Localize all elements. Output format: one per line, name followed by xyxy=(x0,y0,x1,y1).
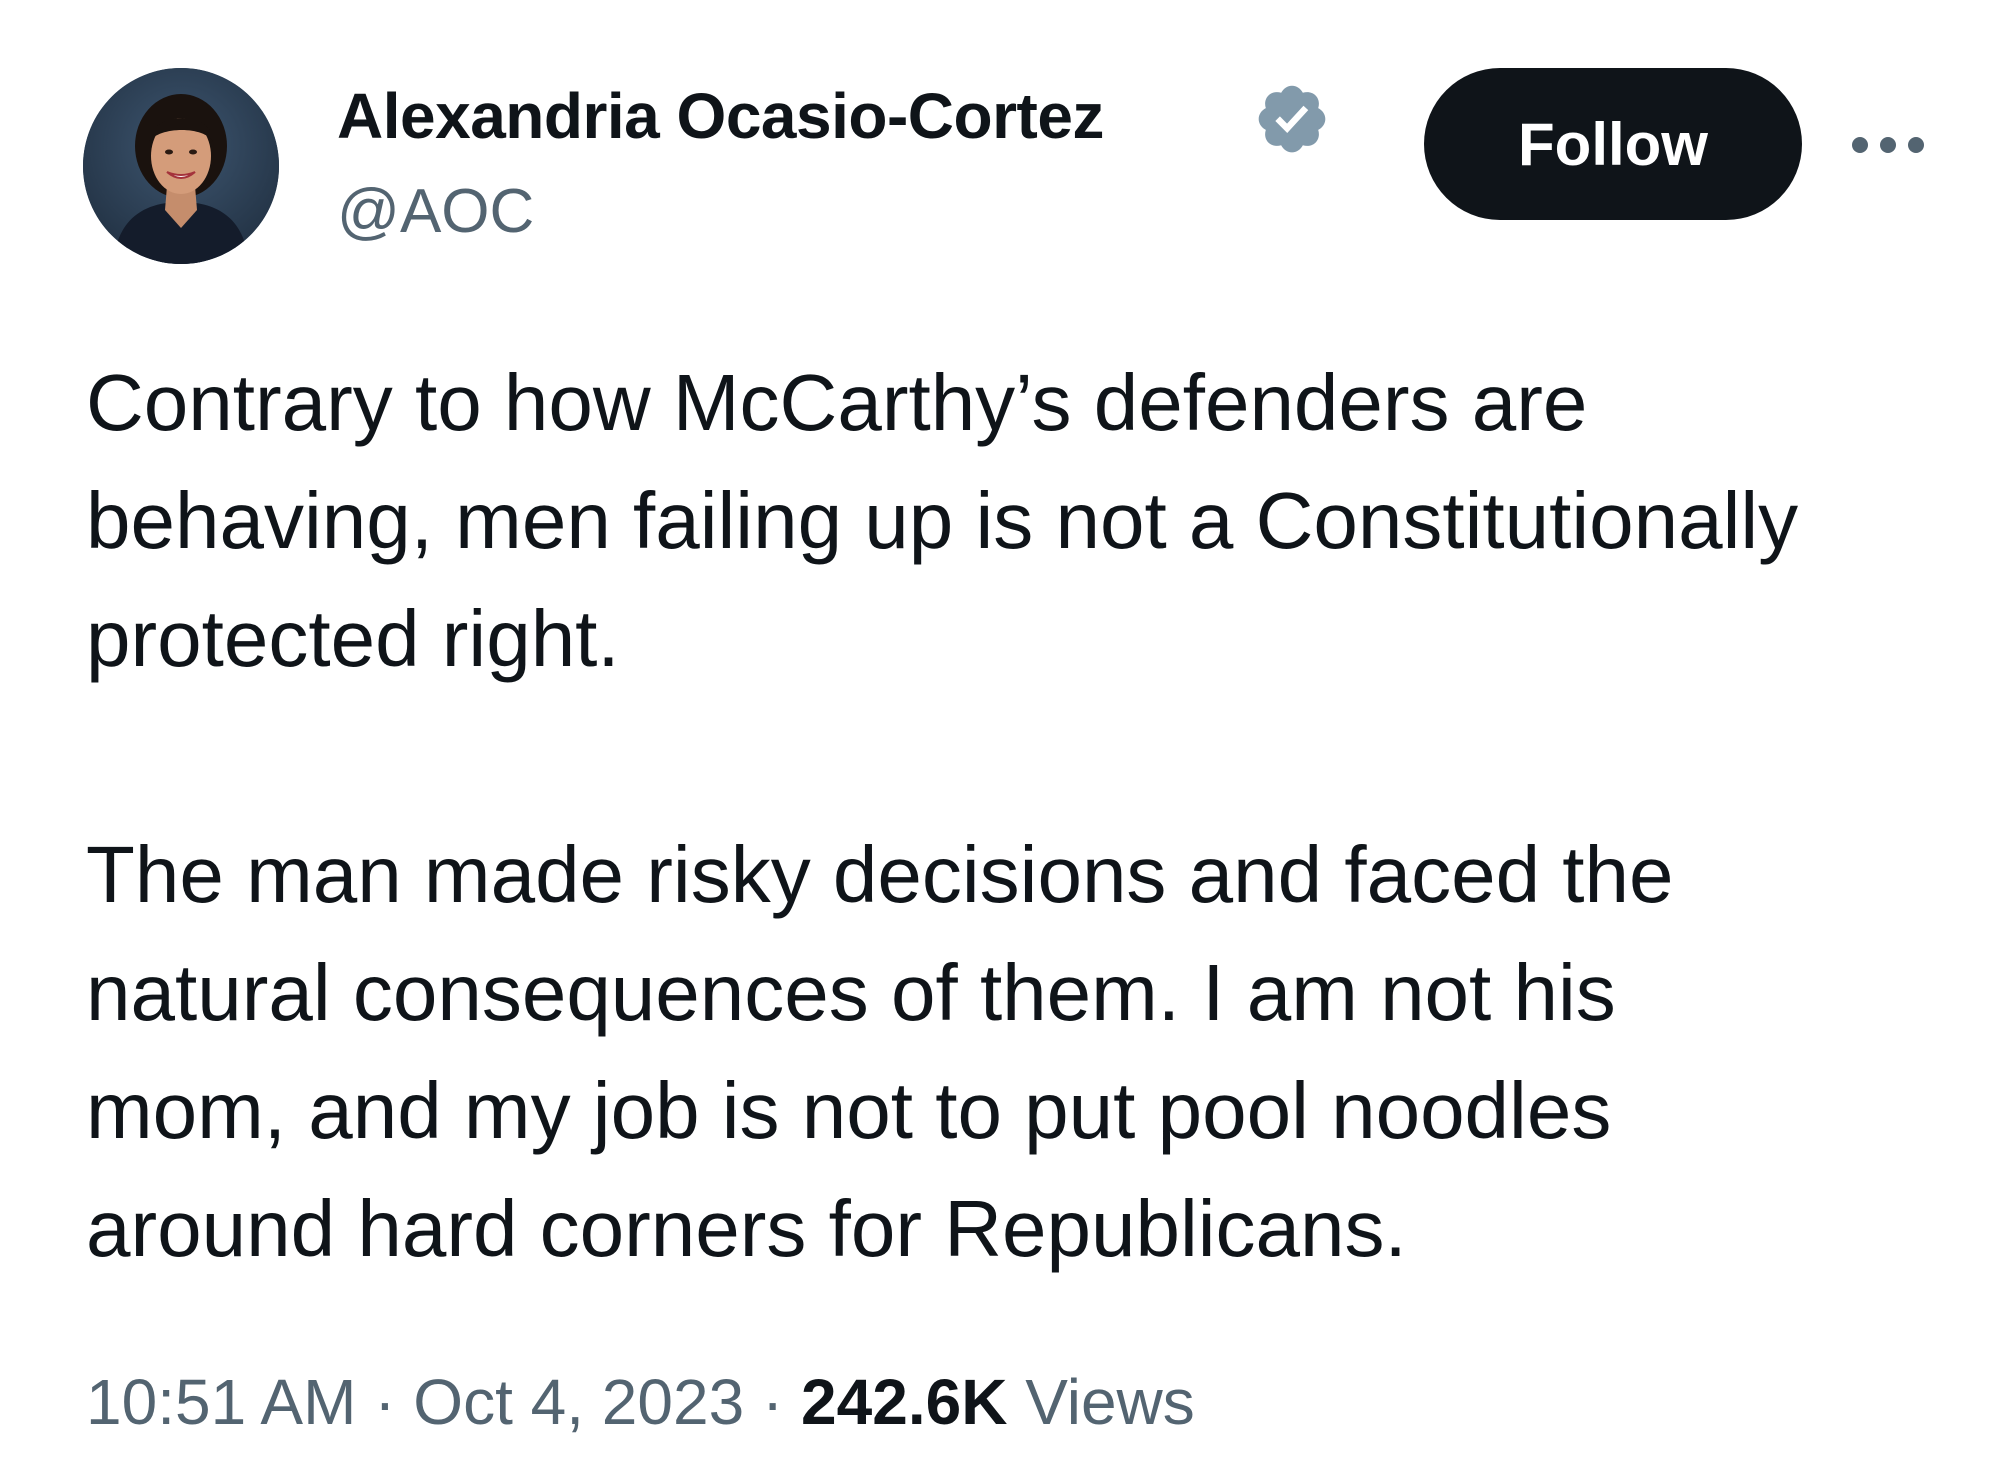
tweet-text-line: around hard corners for Republicans. xyxy=(86,1184,1407,1273)
tweet-card: Alexandria Ocasio-Cortez @AOC Follow Con… xyxy=(0,0,2000,1465)
avatar[interactable] xyxy=(83,68,279,264)
follow-button[interactable]: Follow xyxy=(1424,68,1802,220)
avatar-portrait-image xyxy=(83,68,279,264)
views-label: Views xyxy=(1025,1366,1195,1438)
tweet-text-line: natural consequences of them. I am not h… xyxy=(86,948,1616,1037)
author-handle[interactable]: @AOC xyxy=(337,174,534,250)
more-options-button[interactable] xyxy=(1848,120,1928,170)
views-count: 242.6K xyxy=(801,1366,1008,1438)
tweet-date[interactable]: Oct 4, 2023 xyxy=(413,1366,744,1438)
meta-separator: · xyxy=(374,1366,396,1438)
tweet-text-line: behaving, men failing up is not a Consti… xyxy=(86,476,1799,565)
tweet-text-line: Contrary to how McCarthy’s defenders are xyxy=(86,358,1588,447)
meta-separator: · xyxy=(761,1366,784,1438)
tweet-text-line: The man made risky decisions and faced t… xyxy=(86,830,1674,919)
tweet-meta: 10:51 AM · Oct 4, 2023 · 242.6K Views xyxy=(86,1362,1195,1442)
verified-badge-icon xyxy=(1258,85,1326,153)
tweet-time[interactable]: 10:51 AM xyxy=(86,1366,356,1438)
tweet-text-line: mom, and my job is not to put pool noodl… xyxy=(86,1066,1612,1155)
tweet-text-line: protected right. xyxy=(86,594,620,683)
more-horizontal-icon xyxy=(1852,137,1924,153)
author-display-name[interactable]: Alexandria Ocasio-Cortez xyxy=(337,78,1104,154)
tweet-text: Contrary to how McCarthy’s defenders are… xyxy=(86,344,1966,1288)
